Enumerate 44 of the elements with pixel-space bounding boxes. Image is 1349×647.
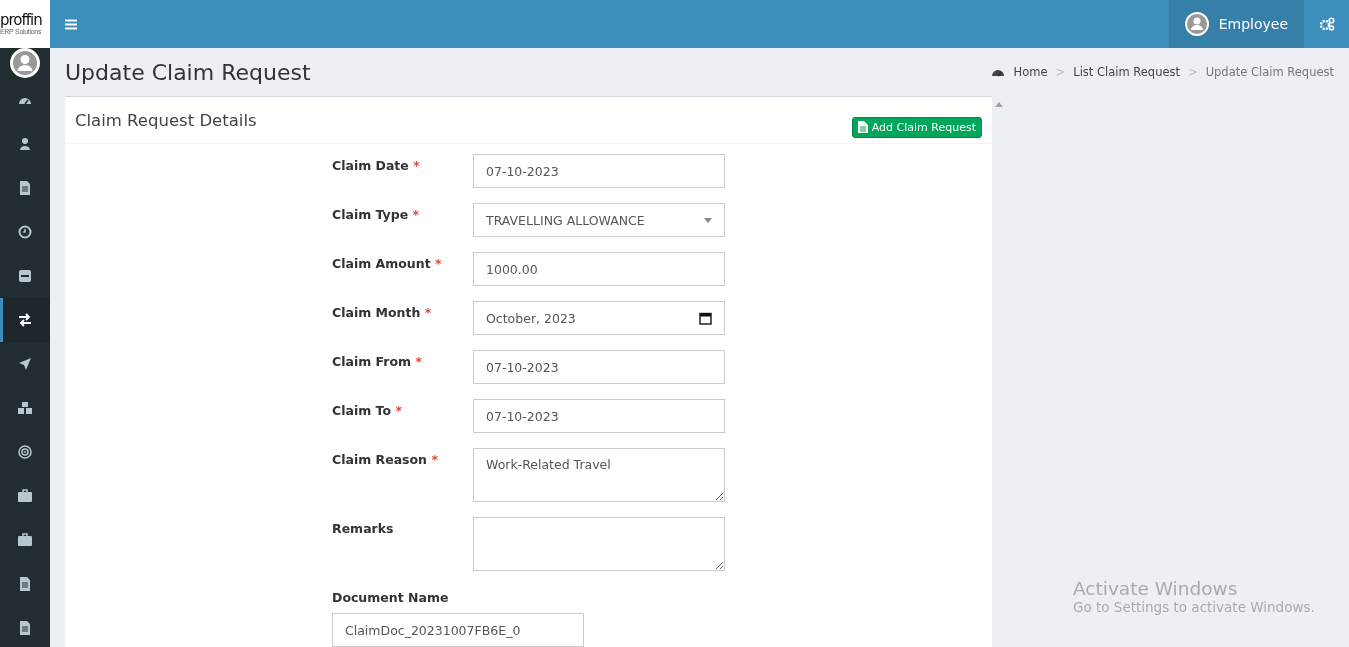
field-label: Claim Month * [332,304,433,322]
input-field[interactable]: 07-10-2023 [473,399,725,433]
target-icon [17,444,33,460]
avatar-icon [1184,12,1209,36]
gears-icon [1318,17,1335,31]
breadcrumb-link[interactable]: List Claim Request [1073,65,1180,79]
file-icon [17,620,33,636]
sidebar-item[interactable] [0,298,50,342]
field-label: Claim Amount * [332,255,443,273]
field-label: Document Name [332,590,450,605]
user-icon [17,136,33,152]
file-icon [17,576,33,592]
file-icon [857,121,868,133]
breadcrumb-separator: > [1188,65,1198,79]
briefcase-icon [17,488,33,504]
briefcase-icon [17,532,33,548]
clock-icon [17,224,33,240]
page-title: Update Claim Request [65,59,312,85]
claim-type-select[interactable]: TRAVELLING ALLOWANCE [473,203,725,237]
cubes-icon [17,400,33,416]
field-label: Claim Type * [332,206,421,224]
activation-title: Activate Windows [1073,578,1239,599]
field-label: Claim Reason * [332,451,439,469]
menu-icon [65,18,77,30]
field-label: Remarks [332,520,395,538]
breadcrumb-separator: > [1055,65,1066,79]
file-icon [17,180,33,196]
minus-icon [17,268,33,284]
logo-text: proffin [0,12,42,28]
breadcrumb-link[interactable]: Home [1013,65,1048,79]
calendar-icon [699,311,712,325]
user-menu-button[interactable]: Employee [1168,0,1304,48]
text-area[interactable]: Work-Related Travel [473,448,725,502]
exchange-icon [17,312,33,328]
field-label: Claim To * [332,402,403,420]
input-field[interactable]: 07-10-2023 [473,154,725,188]
input-field[interactable]: 1000.00 [473,252,725,286]
input-field[interactable]: ClaimDoc_20231007FB6E_0 [332,613,584,647]
activation-text: Go to Settings to activate Windows. [1073,599,1316,615]
input-field[interactable]: 07-10-2023 [473,350,725,384]
month-input[interactable]: October, 2023 [473,301,725,335]
field-label: Claim Date * [332,157,421,175]
card-title: Claim Request Details [75,110,257,130]
field-label: Claim From * [332,353,423,371]
